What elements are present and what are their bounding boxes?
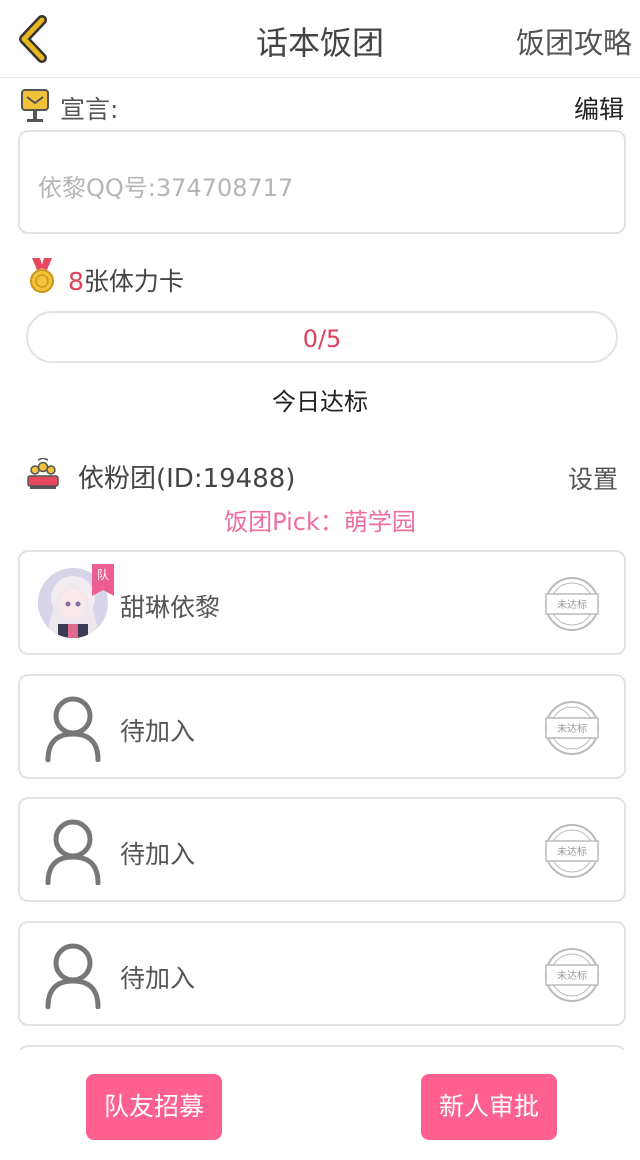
member-card[interactable]: 待加入 未达标	[18, 797, 626, 902]
recruit-teammates-button[interactable]: 队友招募	[86, 1074, 222, 1140]
status-label: 未达标	[557, 724, 587, 735]
team-settings-button[interactable]: 设置	[568, 460, 618, 496]
declaration-header: 宣言: 编辑	[20, 86, 630, 126]
status-stamp: 未达标	[544, 947, 600, 1003]
stamina-card-text: 8张体力卡	[68, 262, 184, 298]
declaration-text: 依黎QQ号:374708717	[38, 174, 294, 202]
daily-progress-bar: 0/5	[26, 311, 618, 363]
edit-declaration-button[interactable]: 编辑	[574, 90, 624, 126]
medal-icon	[30, 258, 54, 293]
member-name: 甜琳依黎	[120, 593, 221, 622]
team-pick: 饭团Pick：萌学园	[224, 508, 416, 536]
mailbox-icon	[21, 89, 49, 122]
daily-target-caption: 今日达标	[272, 388, 368, 416]
status-label: 未达标	[557, 847, 587, 858]
bottom-action-bar: 队友招募 新人审批	[0, 1050, 640, 1160]
status-stamp: 未达标	[544, 576, 600, 632]
team-crown-icon	[27, 458, 59, 489]
member-name: 待加入	[120, 717, 196, 746]
progress-text: 0/5	[302, 325, 342, 353]
declaration-field[interactable]: 依黎QQ号:374708717	[18, 130, 626, 234]
leader-badge: 队	[92, 564, 114, 596]
stamina-card-label: 张体力卡	[83, 267, 184, 296]
stamina-card-count: 8	[68, 267, 84, 296]
member-card[interactable]: 队 甜琳依黎 未达标	[18, 550, 626, 655]
member-name: 待加入	[120, 964, 196, 993]
person-icon	[45, 819, 101, 885]
member-card[interactable]: 待加入 未达标	[18, 674, 626, 779]
person-icon	[45, 943, 101, 1009]
member-card[interactable]: 待加入 未达标	[18, 921, 626, 1026]
status-stamp: 未达标	[544, 700, 600, 756]
member-name: 待加入	[120, 840, 196, 869]
status-label: 未达标	[557, 971, 587, 982]
guide-link[interactable]: 饭团攻略	[516, 20, 632, 62]
team-header: 依粉团(ID:19488) 设置	[26, 456, 620, 496]
approve-newcomers-button[interactable]: 新人审批	[421, 1074, 557, 1140]
person-icon	[45, 696, 101, 762]
status-stamp: 未达标	[544, 823, 600, 879]
status-label: 未达标	[557, 600, 587, 611]
team-name: 依粉团(ID:19488)	[78, 464, 296, 494]
top-navigation-bar: 话本饭团 饭团攻略	[0, 0, 640, 78]
declaration-label: 宣言:	[60, 95, 119, 124]
